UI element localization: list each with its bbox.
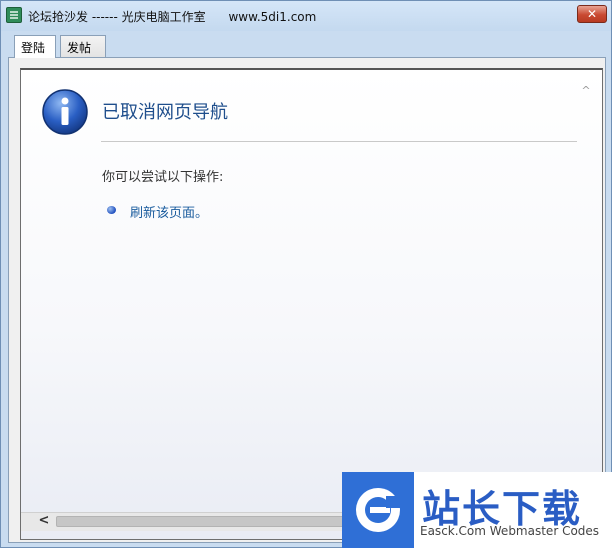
info-icon [42, 89, 88, 135]
watermark-logo-icon [342, 472, 414, 548]
app-icon[interactable] [6, 7, 22, 23]
close-icon: ✕ [586, 7, 598, 21]
scroll-left-icon[interactable]: < [37, 514, 51, 528]
refresh-page-link[interactable]: 刷新该页面。 [130, 202, 208, 221]
title-bar[interactable]: 论坛抢沙发 ------ 光庆电脑工作室 www.5di1.com ✕ [1, 1, 611, 31]
scroll-up-icon[interactable]: ^ [579, 84, 593, 98]
tab-login[interactable]: 登陆 [14, 35, 56, 58]
app-window: 论坛抢沙发 ------ 光庆电脑工作室 www.5di1.com ✕ 登陆 发… [0, 0, 612, 548]
tab-post[interactable]: 发帖 [60, 35, 106, 57]
bullet-icon [107, 206, 116, 214]
scrollbar-thumb[interactable] [56, 516, 356, 527]
tab-content: 已取消网页导航 你可以尝试以下操作: 刷新该页面。 ^ < [8, 57, 606, 543]
hint-text: 你可以尝试以下操作: [102, 170, 224, 185]
watermark-subtitle: Easck.Com Webmaster Codes [420, 524, 600, 538]
tab-strip: 登陆 发帖 [8, 35, 606, 59]
window-title: 论坛抢沙发 ------ 光庆电脑工作室 www.5di1.com [28, 10, 317, 24]
page-heading: 已取消网页导航 [102, 102, 228, 123]
divider [101, 141, 577, 142]
watermark: 站长下载 Easck.Com Webmaster Codes [342, 472, 612, 548]
close-button[interactable]: ✕ [577, 5, 607, 23]
web-browser-pane[interactable]: 已取消网页导航 你可以尝试以下操作: 刷新该页面。 ^ < [20, 68, 603, 540]
